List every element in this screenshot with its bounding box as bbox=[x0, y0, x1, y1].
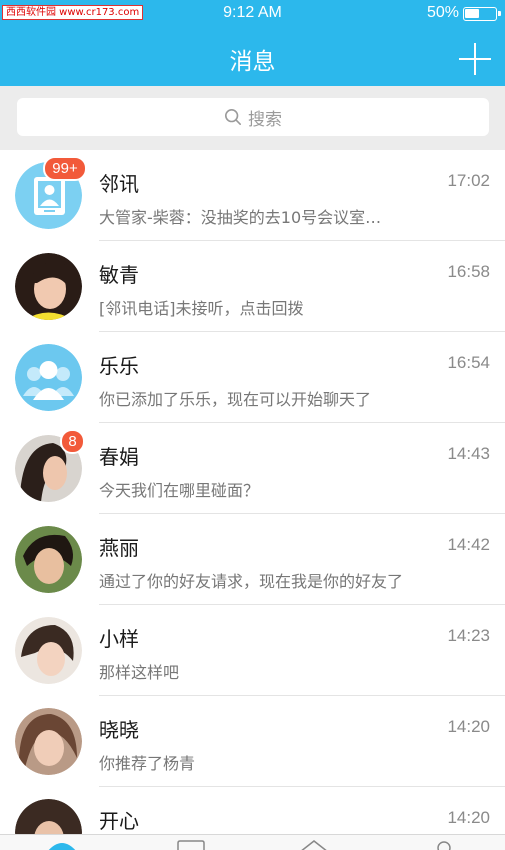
conversation-row[interactable]: 晓晓 14:20 你推荐了杨青 bbox=[0, 696, 505, 787]
unread-badge: 99+ bbox=[43, 156, 87, 181]
message-preview: 今天我们在哪里碰面？ bbox=[99, 481, 260, 500]
page-title: 消息 bbox=[229, 49, 276, 75]
message-time: 16:58 bbox=[447, 262, 490, 281]
message-preview: 通过了你的好友请求，现在我是你的好友了 bbox=[99, 572, 404, 591]
unread-badge: 8 bbox=[60, 429, 85, 454]
navigation-bar: 西西软件园 www.cr173.com 9:12 AM 50% 消息 bbox=[0, 0, 505, 86]
message-time: 14:20 bbox=[447, 808, 490, 827]
contact-name: 邻讯 bbox=[99, 172, 139, 196]
contact-name: 乐乐 bbox=[99, 354, 139, 378]
message-preview: 你已添加了乐乐，现在可以开始聊天了 bbox=[99, 390, 372, 409]
message-preview: [邻讯电话]未接听，点击回拨 bbox=[99, 299, 304, 318]
default-user-icon bbox=[15, 344, 82, 411]
search-bar-container: 搜索 bbox=[0, 86, 505, 150]
message-preview: 你推荐了杨青 bbox=[99, 754, 196, 773]
contact-name: 敏青 bbox=[99, 263, 139, 287]
message-time: 14:20 bbox=[447, 717, 490, 736]
message-time: 14:43 bbox=[447, 444, 490, 463]
add-button[interactable] bbox=[459, 43, 491, 75]
conversation-row[interactable]: 小样 14:23 那样这样吧 bbox=[0, 605, 505, 696]
search-input[interactable]: 搜索 bbox=[17, 98, 489, 136]
contacts-tab-icon[interactable] bbox=[176, 840, 206, 850]
message-preview: 大管家-柴蓉：没抽奖的去10号会议室… bbox=[99, 208, 382, 227]
home-tab-icon[interactable] bbox=[298, 840, 330, 850]
conversation-row[interactable]: 燕丽 14:42 通过了你的好友请求，现在我是你的好友了 bbox=[0, 514, 505, 605]
conversation-row[interactable]: 乐乐 16:54 你已添加了乐乐，现在可以开始聊天了 bbox=[0, 332, 505, 423]
contact-name: 燕丽 bbox=[99, 536, 139, 560]
tab-bar bbox=[0, 834, 505, 850]
conversation-row[interactable]: 敏青 16:58 [邻讯电话]未接听，点击回拨 bbox=[0, 241, 505, 332]
message-time: 14:42 bbox=[447, 535, 490, 554]
avatar bbox=[15, 708, 82, 775]
conversation-row[interactable]: 8 春娟 14:43 今天我们在哪里碰面？ bbox=[0, 423, 505, 514]
contact-name: 春娟 bbox=[99, 445, 139, 469]
battery-icon bbox=[463, 7, 501, 21]
message-time: 14:23 bbox=[447, 626, 490, 645]
battery-percentage: 50% bbox=[426, 4, 459, 21]
message-time: 16:54 bbox=[447, 353, 490, 372]
message-tab-icon[interactable] bbox=[47, 840, 77, 850]
conversation-row[interactable]: 99+ 邻讯 17:02 大管家-柴蓉：没抽奖的去10号会议室… bbox=[0, 150, 505, 241]
message-preview: 那样这样吧 bbox=[99, 663, 180, 682]
avatar bbox=[15, 526, 82, 593]
contact-name: 开心 bbox=[99, 809, 139, 833]
profile-tab-icon[interactable] bbox=[430, 840, 458, 850]
search-icon bbox=[224, 108, 242, 126]
contact-name: 小样 bbox=[99, 627, 139, 651]
conversation-list: 99+ 邻讯 17:02 大管家-柴蓉：没抽奖的去10号会议室… 敏青 16:5… bbox=[0, 150, 505, 850]
search-placeholder: 搜索 bbox=[248, 109, 282, 130]
message-time: 17:02 bbox=[447, 171, 490, 190]
contact-name: 晓晓 bbox=[99, 718, 139, 742]
avatar bbox=[15, 253, 82, 320]
avatar bbox=[15, 617, 82, 684]
